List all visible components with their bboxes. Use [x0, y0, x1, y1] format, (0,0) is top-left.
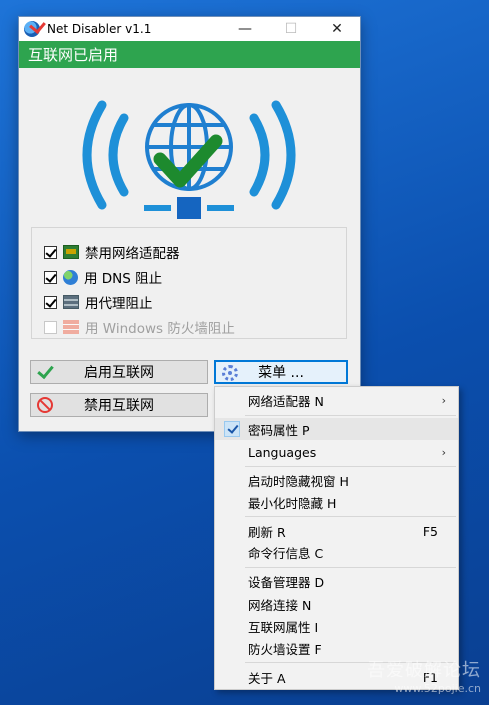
option-label: 禁用网络适配器: [85, 246, 180, 262]
menu-item-hide-on-minimize[interactable]: 最小化时隐藏 H: [215, 491, 458, 513]
disable-internet-label: 禁用互联网: [84, 398, 154, 414]
option-disable-adapter[interactable]: 禁用网络适配器: [44, 242, 180, 262]
option-dns-block[interactable]: 用 DNS 阻止: [44, 267, 162, 287]
checkmark-icon: [224, 421, 240, 437]
option-label: 用代理阻止: [85, 296, 153, 312]
minimize-button[interactable]: —: [222, 17, 268, 41]
checkbox-dns-block[interactable]: [44, 270, 57, 284]
option-proxy-block[interactable]: 用代理阻止: [44, 292, 153, 312]
menu-button[interactable]: 菜单 ...: [214, 360, 348, 384]
enable-internet-label: 启用互联网: [84, 365, 154, 381]
app-icon: [24, 21, 40, 37]
menu-item-languages[interactable]: Languages ›: [215, 441, 458, 463]
watermark-title: 吾爱破解论坛: [367, 660, 481, 681]
checkbox-proxy-block[interactable]: [44, 295, 57, 309]
menu-separator: [245, 415, 456, 416]
status-banner: 互联网已启用: [19, 41, 360, 68]
menu-button-label: 菜单 ...: [258, 365, 304, 381]
close-button[interactable]: ✕: [314, 17, 360, 41]
block-methods-group: 禁用网络适配器 用 DNS 阻止 用代理阻止 用 Windows 防火墙阻止: [31, 227, 347, 339]
option-label: 用 Windows 防火墙阻止: [85, 321, 235, 337]
chevron-right-icon: ›: [441, 393, 446, 407]
menu-item-network-connections[interactable]: 网络连接 N: [215, 593, 458, 615]
menu-item-internet-properties[interactable]: 互联网属性 I: [215, 615, 458, 637]
menu-item-network-adapter[interactable]: 网络适配器 N ›: [215, 389, 458, 411]
menu-separator: [245, 567, 456, 568]
context-menu: 网络适配器 N › 密码属性 P Languages › 启动时隐藏视窗 H 最…: [214, 386, 459, 690]
watermark: 吾爱破解论坛 www.52pojie.cn: [367, 656, 481, 695]
menu-separator: [245, 466, 456, 467]
menu-item-device-manager[interactable]: 设备管理器 D: [215, 570, 458, 592]
gear-icon: [222, 365, 238, 381]
checkbox-firewall-block: [44, 320, 57, 334]
firewall-icon: [63, 320, 79, 334]
ban-icon: [37, 397, 53, 413]
menu-item-password-props[interactable]: 密码属性 P: [215, 418, 458, 440]
checkbox-disable-adapter[interactable]: [44, 245, 57, 259]
watermark-url: www.52pojie.cn: [394, 682, 481, 695]
title-bar[interactable]: Net Disabler v1.1 — ☐ ✕: [19, 17, 360, 41]
window-title: Net Disabler v1.1: [47, 22, 152, 36]
menu-item-hide-on-start[interactable]: 启动时隐藏视窗 H: [215, 469, 458, 491]
menu-item-cmdline-info[interactable]: 命令行信息 C: [215, 541, 458, 563]
network-card-icon: [63, 245, 79, 259]
disable-internet-button[interactable]: 禁用互联网: [30, 393, 208, 417]
proxy-server-icon: [63, 295, 79, 309]
option-label: 用 DNS 阻止: [84, 271, 163, 287]
menu-item-refresh[interactable]: 刷新 R F5: [215, 520, 458, 542]
option-firewall-block: 用 Windows 防火墙阻止: [44, 317, 235, 337]
enable-internet-button[interactable]: 启用互联网: [30, 360, 208, 384]
check-icon: [37, 364, 53, 380]
globe-icon: [63, 269, 78, 285]
maximize-button: ☐: [284, 21, 298, 37]
wifi-globe-check-icon: [82, 100, 296, 219]
chevron-right-icon: ›: [441, 445, 446, 459]
net-disabler-window: Net Disabler v1.1 — ☐ ✕ 互联网已启用 禁用网络适配器 用…: [18, 16, 361, 432]
menu-separator: [245, 516, 456, 517]
